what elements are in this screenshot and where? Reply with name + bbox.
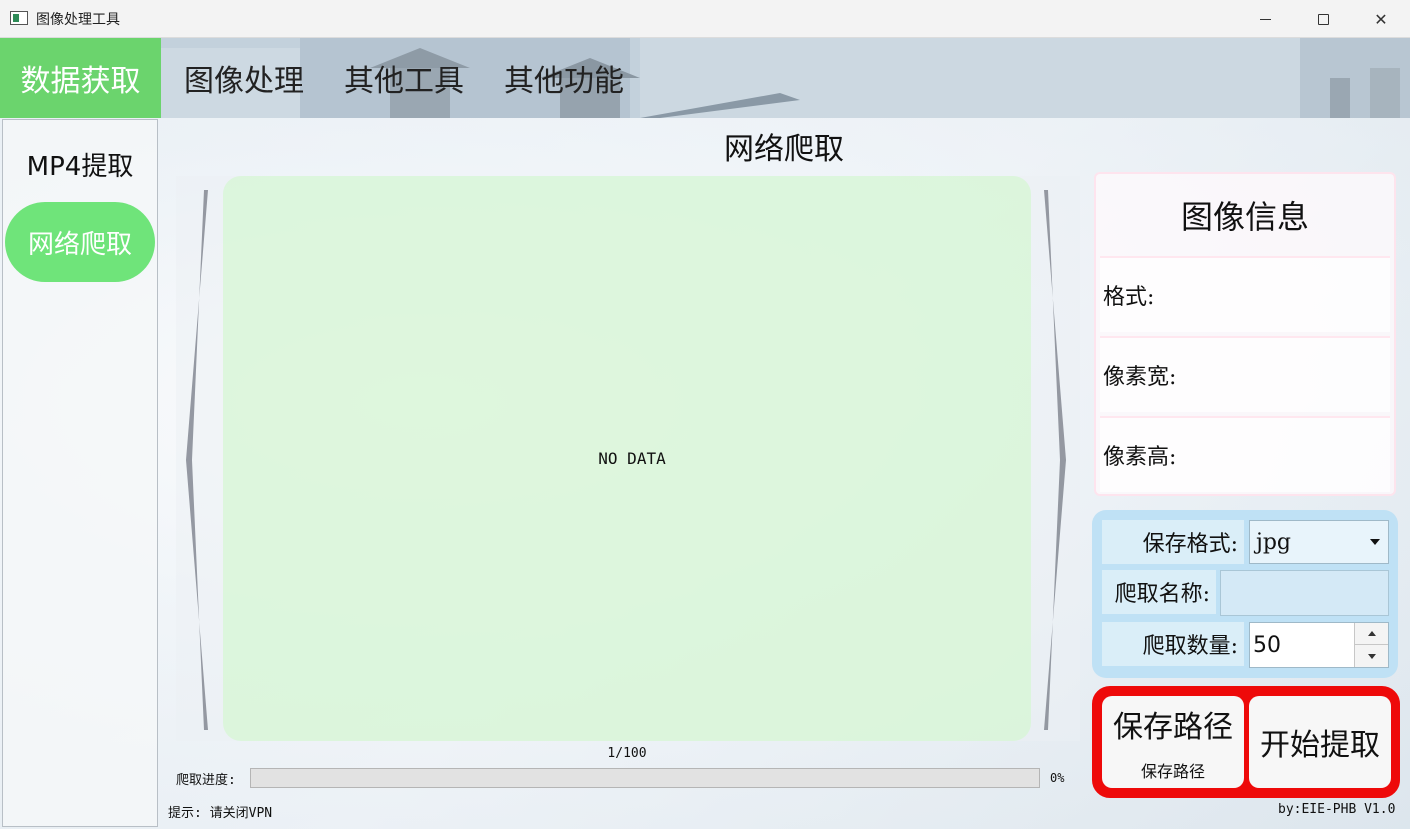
close-button[interactable]: ✕	[1352, 0, 1410, 38]
window-title: 图像处理工具	[36, 12, 120, 28]
crawl-count-value: 50	[1253, 632, 1281, 658]
chevron-left-icon	[186, 190, 208, 730]
info-width-row: 像素宽:	[1100, 336, 1390, 412]
close-icon: ✕	[1374, 9, 1388, 29]
info-format-label: 格式:	[1103, 285, 1155, 310]
page-title: 网络爬取	[724, 132, 844, 167]
save-path-button-label: 保存路径	[1113, 710, 1233, 745]
previous-image-button[interactable]	[182, 190, 212, 730]
progress-label: 爬取进度:	[176, 773, 236, 788]
maximize-icon	[1317, 13, 1329, 25]
crawl-count-label: 爬取数量:	[1102, 622, 1244, 666]
progress-percent: 0%	[1050, 771, 1065, 785]
tip-text: 提示: 请关闭VPN	[168, 806, 273, 821]
minimize-icon	[1259, 18, 1271, 20]
spin-buttons	[1354, 623, 1388, 667]
save-format-select[interactable]: jpg	[1249, 520, 1389, 564]
no-data-text: NO DATA	[598, 449, 666, 468]
image-viewer: NO DATA	[223, 176, 1031, 741]
nav-data-acquisition[interactable]: 数据获取	[0, 38, 161, 118]
info-height-label: 像素高:	[1103, 445, 1177, 470]
spin-up-button[interactable]	[1355, 623, 1388, 645]
progress-bar	[250, 768, 1040, 788]
crawl-name-label: 爬取名称:	[1102, 570, 1216, 614]
image-info-title: 图像信息	[1180, 198, 1309, 236]
save-format-value: jpg	[1256, 529, 1291, 555]
maximize-button[interactable]	[1294, 0, 1352, 38]
crawl-name-input[interactable]	[1220, 570, 1389, 616]
crawl-count-spinbox[interactable]: 50	[1249, 622, 1389, 668]
save-path-button[interactable]: 保存路径 保存路径	[1102, 696, 1244, 788]
save-path-display: 保存路径	[1140, 762, 1205, 781]
sidebar: MP4提取 网络爬取	[2, 119, 158, 827]
chevron-right-icon	[1044, 190, 1066, 730]
top-nav: 数据获取 图像处理 其他工具 其他功能	[0, 38, 1410, 118]
nav-other-functions[interactable]: 其他功能	[482, 38, 646, 118]
dropdown-arrow-icon	[1370, 539, 1380, 545]
app-icon	[10, 11, 28, 25]
image-counter: 1/100	[607, 746, 647, 761]
arrow-down-icon	[1367, 653, 1376, 659]
info-width-label: 像素宽:	[1103, 365, 1177, 390]
nav-image-processing[interactable]: 图像处理	[162, 38, 326, 118]
minimize-button[interactable]	[1236, 0, 1294, 38]
sidebar-item-web-crawl[interactable]: 网络爬取	[5, 202, 155, 282]
next-image-button[interactable]	[1040, 190, 1070, 730]
start-extract-button-label: 开始提取	[1260, 728, 1380, 763]
info-format-row: 格式:	[1100, 256, 1390, 332]
start-extract-button[interactable]: 开始提取	[1249, 696, 1391, 788]
credit-text: by:EIE-PHB V1.0	[1278, 802, 1396, 817]
save-format-label: 保存格式:	[1102, 520, 1244, 564]
spin-down-button[interactable]	[1355, 645, 1388, 667]
info-height-row: 像素高:	[1100, 416, 1390, 492]
sidebar-item-mp4-extract[interactable]: MP4提取	[5, 124, 155, 204]
arrow-up-icon	[1367, 631, 1376, 636]
title-bar: 图像处理工具 ✕	[0, 0, 1410, 38]
nav-other-tools[interactable]: 其他工具	[322, 38, 486, 118]
